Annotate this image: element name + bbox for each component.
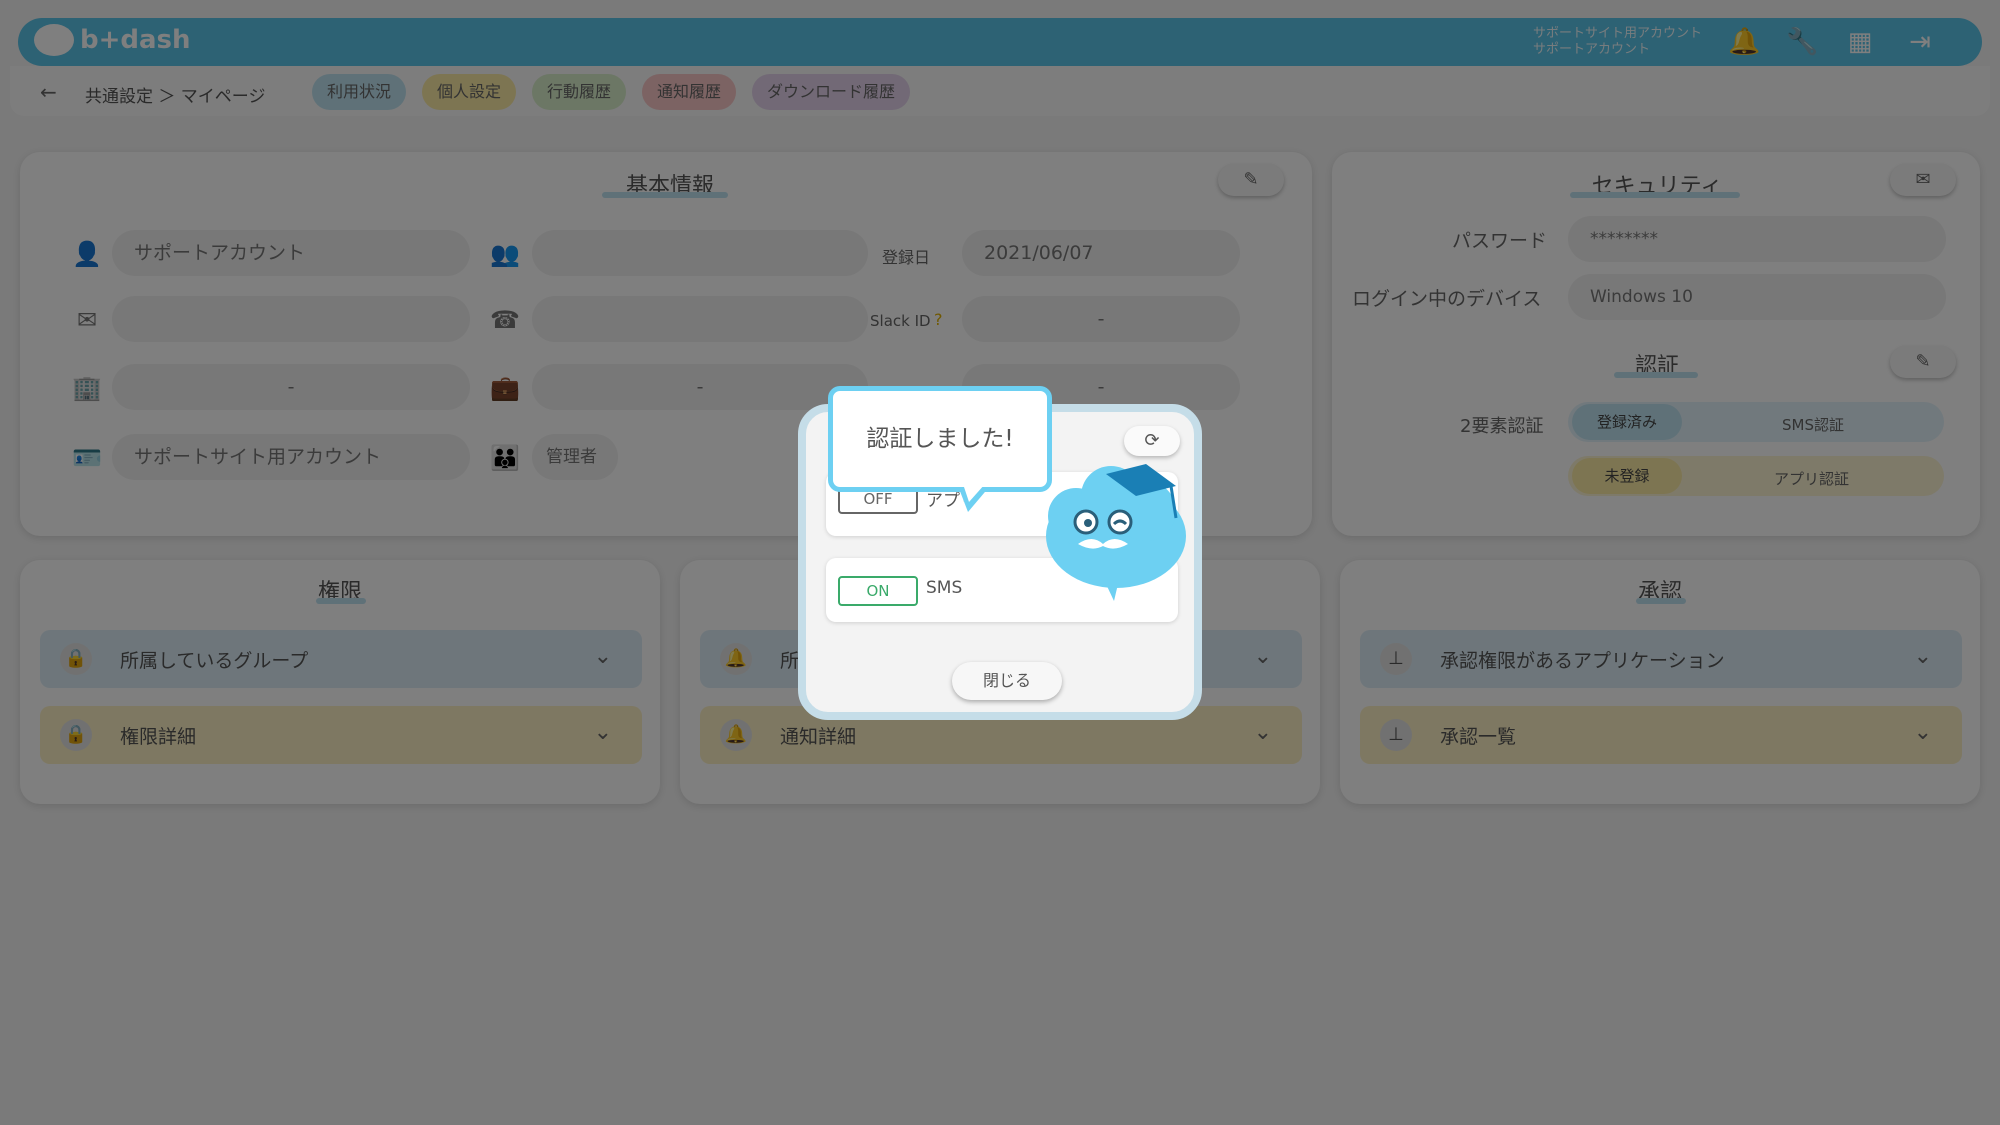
- refresh-icon[interactable]: ⟳: [1124, 426, 1180, 456]
- close-button[interactable]: 閉じる: [952, 662, 1062, 700]
- mascot-icon: [1046, 464, 1186, 601]
- sms-label: SMS: [926, 578, 963, 598]
- bubble-tail-inner: [963, 484, 985, 502]
- success-speech-bubble: 認証しました!: [828, 386, 1052, 492]
- sms-toggle[interactable]: ON: [838, 576, 918, 606]
